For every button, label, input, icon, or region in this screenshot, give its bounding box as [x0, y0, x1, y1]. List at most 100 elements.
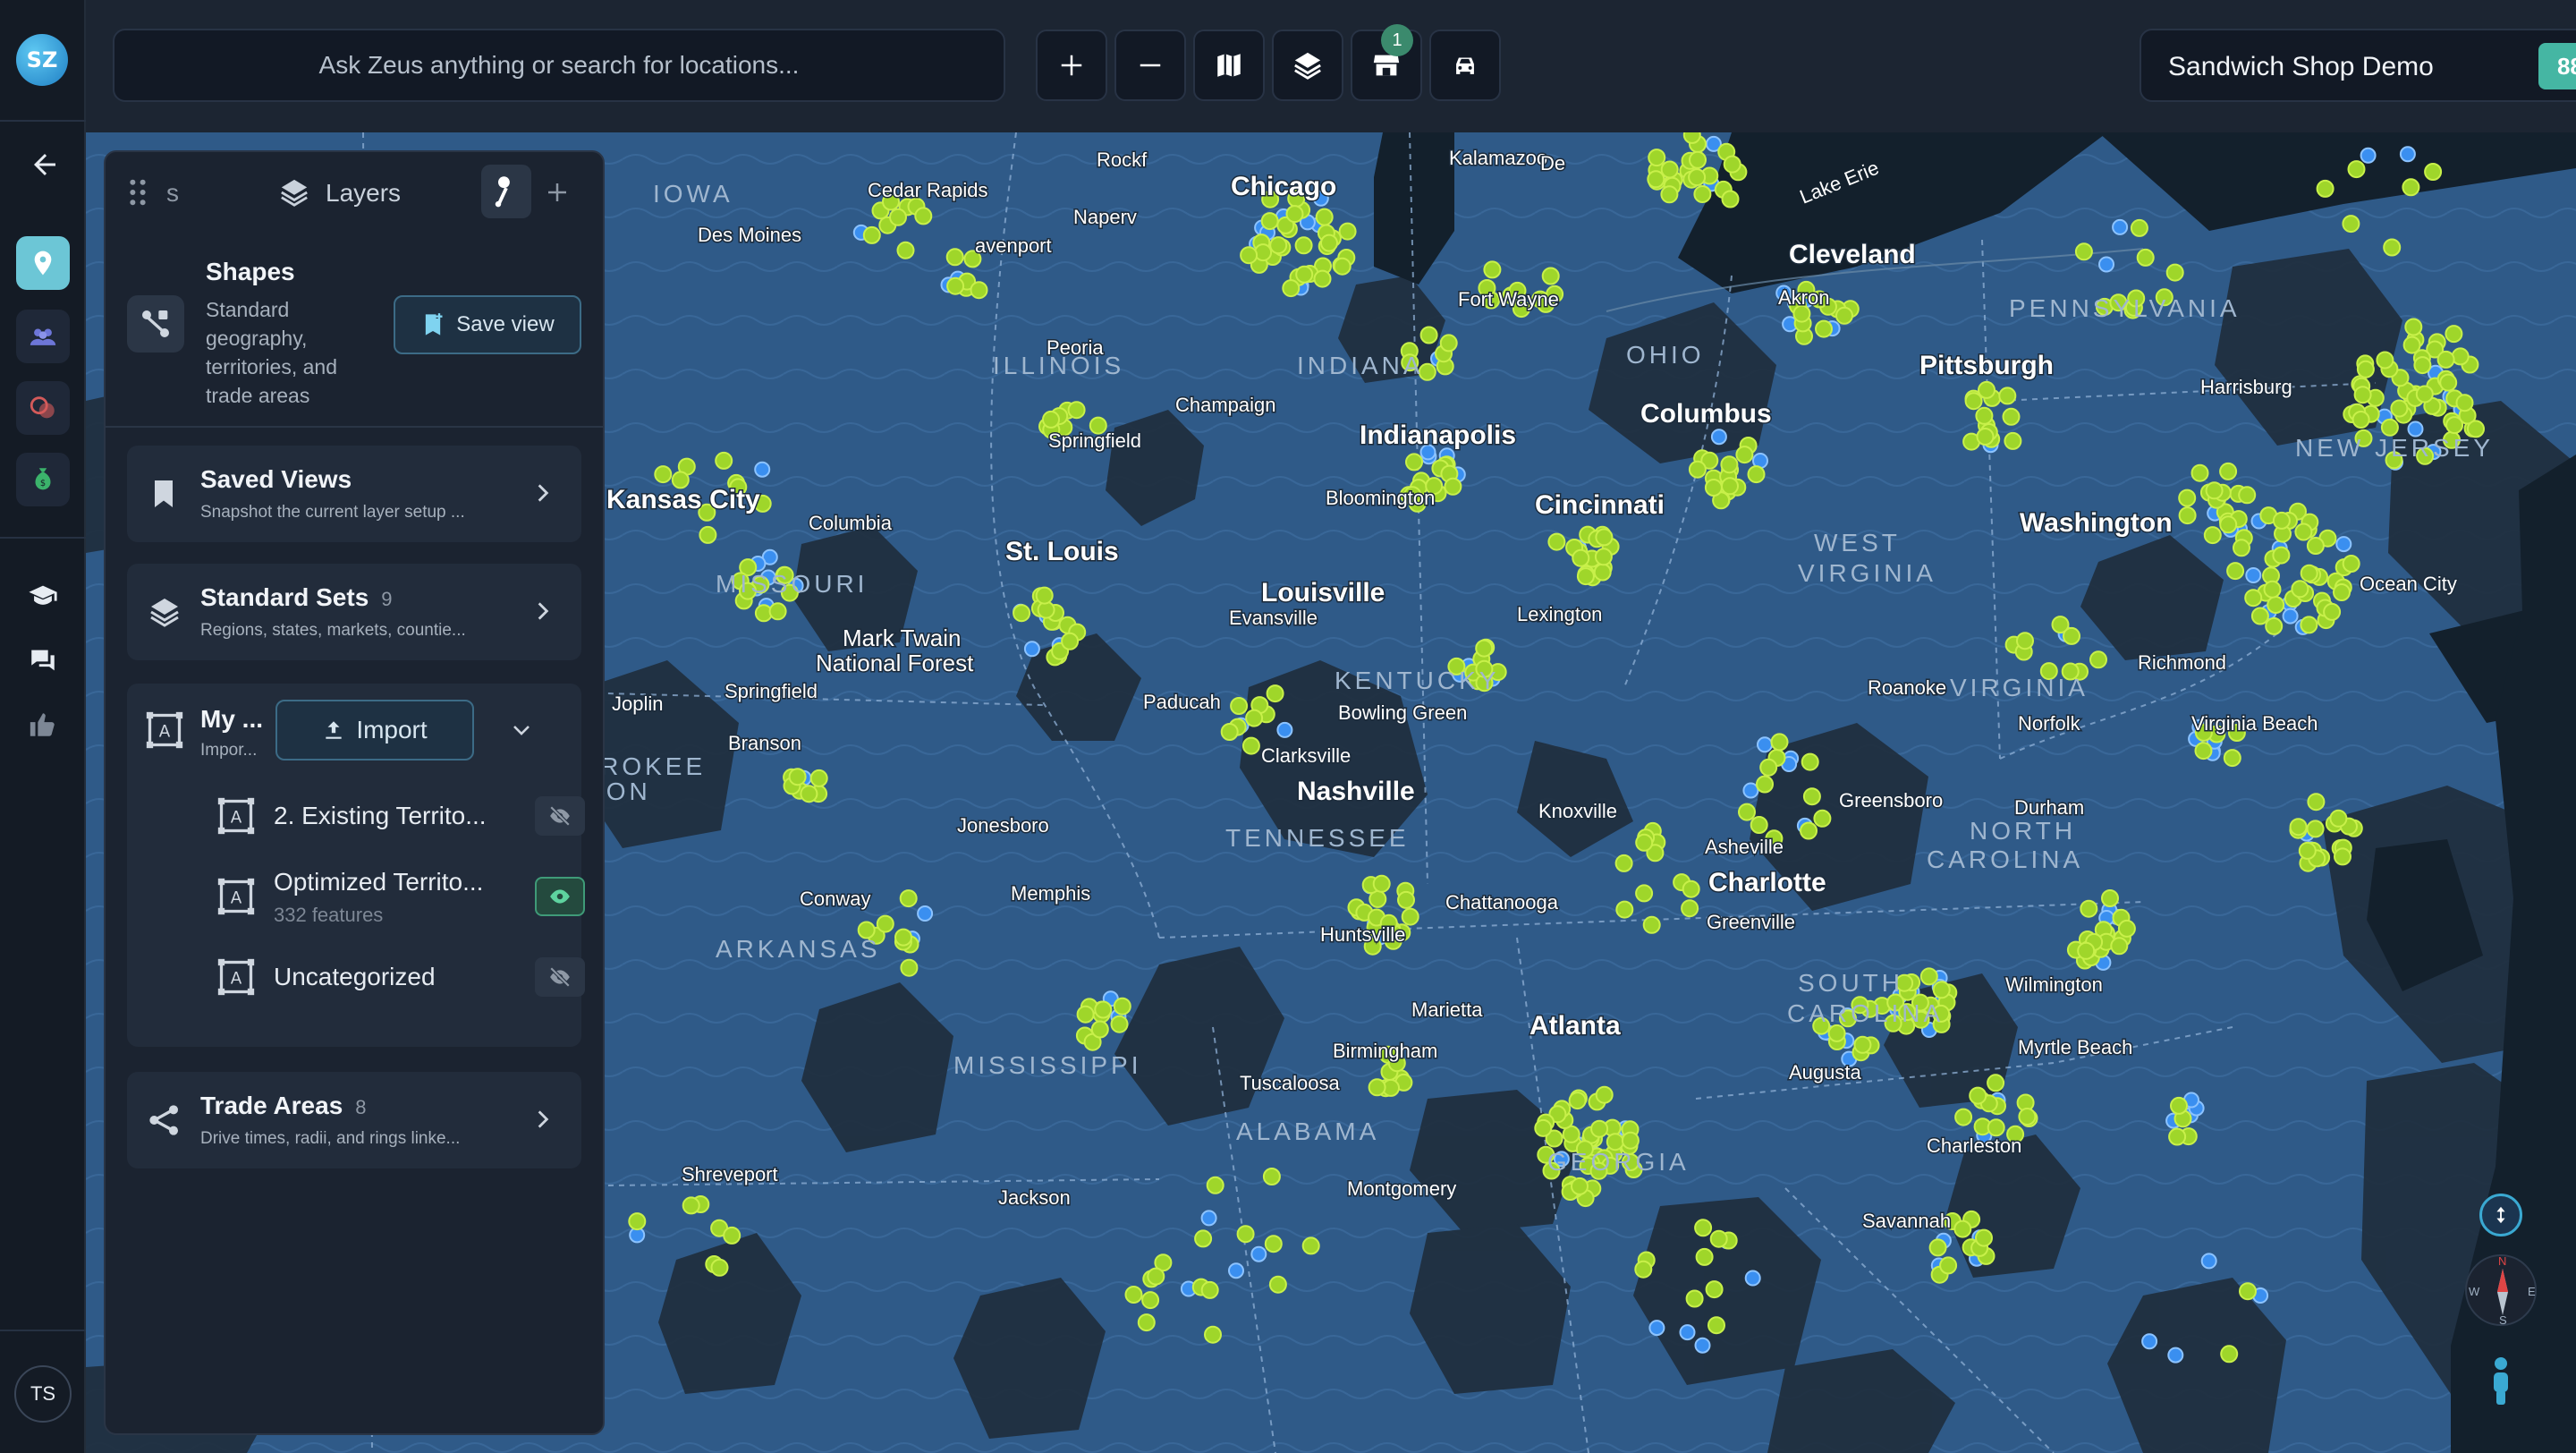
saved-views-card[interactable]: Saved Views Snapshot the current layer s…: [127, 446, 581, 542]
app-logo[interactable]: SZ: [16, 34, 68, 86]
project-selector[interactable]: Sandwich Shop Demo 88%: [2140, 29, 2576, 102]
tab-previous[interactable]: s: [166, 179, 179, 208]
store-marker[interactable]: [1313, 269, 1332, 288]
store-marker[interactable]: [710, 1258, 729, 1277]
store-marker[interactable]: [894, 928, 912, 947]
store-marker[interactable]: [1770, 733, 1789, 752]
store-marker[interactable]: [2238, 486, 2257, 505]
save-view-button[interactable]: Save view: [394, 295, 581, 354]
store-marker[interactable]: [2223, 749, 2241, 768]
store-marker[interactable]: [1282, 279, 1301, 298]
store-marker[interactable]: [1568, 1092, 1587, 1110]
competitor-marker[interactable]: [2282, 608, 2299, 625]
store-marker[interactable]: [768, 602, 787, 621]
store-marker[interactable]: [1594, 548, 1613, 566]
competitor-marker[interactable]: [1276, 721, 1293, 738]
store-marker[interactable]: [2190, 463, 2209, 482]
store-marker[interactable]: [1245, 709, 1264, 727]
store-marker[interactable]: [1419, 326, 1438, 344]
store-marker[interactable]: [2424, 163, 2443, 181]
store-marker[interactable]: [2016, 632, 2034, 650]
store-marker[interactable]: [2376, 351, 2394, 370]
store-marker[interactable]: [2101, 889, 2119, 907]
store-marker[interactable]: [2205, 481, 2224, 500]
competitor-marker[interactable]: [2112, 218, 2129, 235]
store-marker[interactable]: [1113, 997, 1131, 1015]
store-marker[interactable]: [1147, 1267, 1165, 1286]
store-marker[interactable]: [1137, 1313, 1156, 1332]
store-marker[interactable]: [1723, 155, 1741, 174]
store-marker[interactable]: [1368, 1078, 1386, 1097]
pitch-toggle-button[interactable]: [2479, 1194, 2522, 1236]
store-marker[interactable]: [1695, 1247, 1714, 1266]
store-marker[interactable]: [1998, 387, 2017, 405]
store-marker[interactable]: [1013, 604, 1031, 623]
store-marker[interactable]: [2307, 793, 2326, 811]
store-marker[interactable]: [1439, 334, 1458, 353]
store-marker[interactable]: [1953, 1219, 1972, 1238]
add-tab-icon[interactable]: [544, 179, 571, 206]
store-marker[interactable]: [1827, 1024, 1846, 1042]
store-marker[interactable]: [1110, 1015, 1129, 1033]
rail-location-pin-button[interactable]: [16, 236, 70, 290]
store-marker[interactable]: [1333, 257, 1352, 276]
store-marker[interactable]: [1615, 900, 1634, 919]
rail-learn-button[interactable]: [16, 569, 70, 623]
store-marker[interactable]: [682, 1196, 700, 1215]
competitor-marker[interactable]: [2335, 536, 2352, 553]
store-marker[interactable]: [1262, 1168, 1281, 1185]
store-marker[interactable]: [1372, 874, 1391, 893]
store-marker[interactable]: [1688, 168, 1707, 187]
store-marker[interactable]: [2080, 899, 2098, 918]
territory-item[interactable]: A 2. Existing Territo...: [216, 796, 601, 850]
standard-sets-card[interactable]: Standard Sets 9 Regions, states, markets,…: [127, 564, 581, 660]
store-marker[interactable]: [1061, 632, 1080, 650]
competitor-marker[interactable]: [1250, 1245, 1267, 1262]
store-marker[interactable]: [2203, 526, 2222, 545]
store-marker[interactable]: [1593, 563, 1612, 582]
store-marker[interactable]: [899, 889, 918, 908]
competitor-marker[interactable]: [2399, 146, 2416, 163]
store-marker[interactable]: [1621, 1131, 1640, 1150]
store-marker[interactable]: [2136, 248, 2155, 267]
store-marker[interactable]: [1541, 267, 1560, 285]
store-marker[interactable]: [2383, 238, 2402, 257]
store-marker[interactable]: [1975, 1228, 1993, 1247]
store-marker[interactable]: [2002, 407, 2021, 426]
store-marker[interactable]: [2117, 919, 2136, 938]
store-marker[interactable]: [2018, 1108, 2037, 1126]
store-marker[interactable]: [1800, 821, 1818, 840]
user-avatar[interactable]: TS: [14, 1365, 72, 1423]
store-marker[interactable]: [1802, 787, 1821, 806]
store-marker[interactable]: [2306, 820, 2325, 838]
store-marker[interactable]: [715, 451, 733, 470]
store-marker[interactable]: [1688, 460, 1707, 479]
store-marker[interactable]: [1534, 1118, 1553, 1137]
store-marker[interactable]: [862, 225, 881, 244]
competitor-marker[interactable]: [1023, 641, 1040, 658]
competitor-marker[interactable]: [1679, 1324, 1696, 1341]
drive-time-button[interactable]: [1429, 30, 1501, 101]
store-marker[interactable]: [2316, 179, 2334, 198]
store-marker[interactable]: [2168, 1127, 2187, 1146]
store-marker[interactable]: [1681, 899, 1699, 918]
basemap-button[interactable]: [1193, 30, 1265, 101]
store-marker[interactable]: [1264, 1235, 1283, 1253]
store-marker[interactable]: [2272, 546, 2291, 565]
store-marker[interactable]: [1241, 736, 1260, 755]
competitor-marker[interactable]: [1744, 1270, 1761, 1287]
store-marker[interactable]: [2233, 539, 2250, 557]
store-marker[interactable]: [2351, 411, 2370, 429]
back-button[interactable]: [29, 149, 64, 184]
store-marker[interactable]: [2194, 742, 2213, 760]
competitor-marker[interactable]: [1228, 1262, 1244, 1279]
rail-audience-button[interactable]: [16, 310, 70, 363]
store-marker[interactable]: [1285, 205, 1304, 224]
store-marker[interactable]: [1294, 236, 1313, 255]
store-marker[interactable]: [1721, 190, 1740, 208]
competitor-marker[interactable]: [2098, 256, 2114, 273]
competitor-marker[interactable]: [1757, 736, 1773, 753]
store-marker[interactable]: [2415, 385, 2434, 404]
store-marker[interactable]: [1747, 465, 1766, 484]
store-marker[interactable]: [1035, 586, 1054, 605]
